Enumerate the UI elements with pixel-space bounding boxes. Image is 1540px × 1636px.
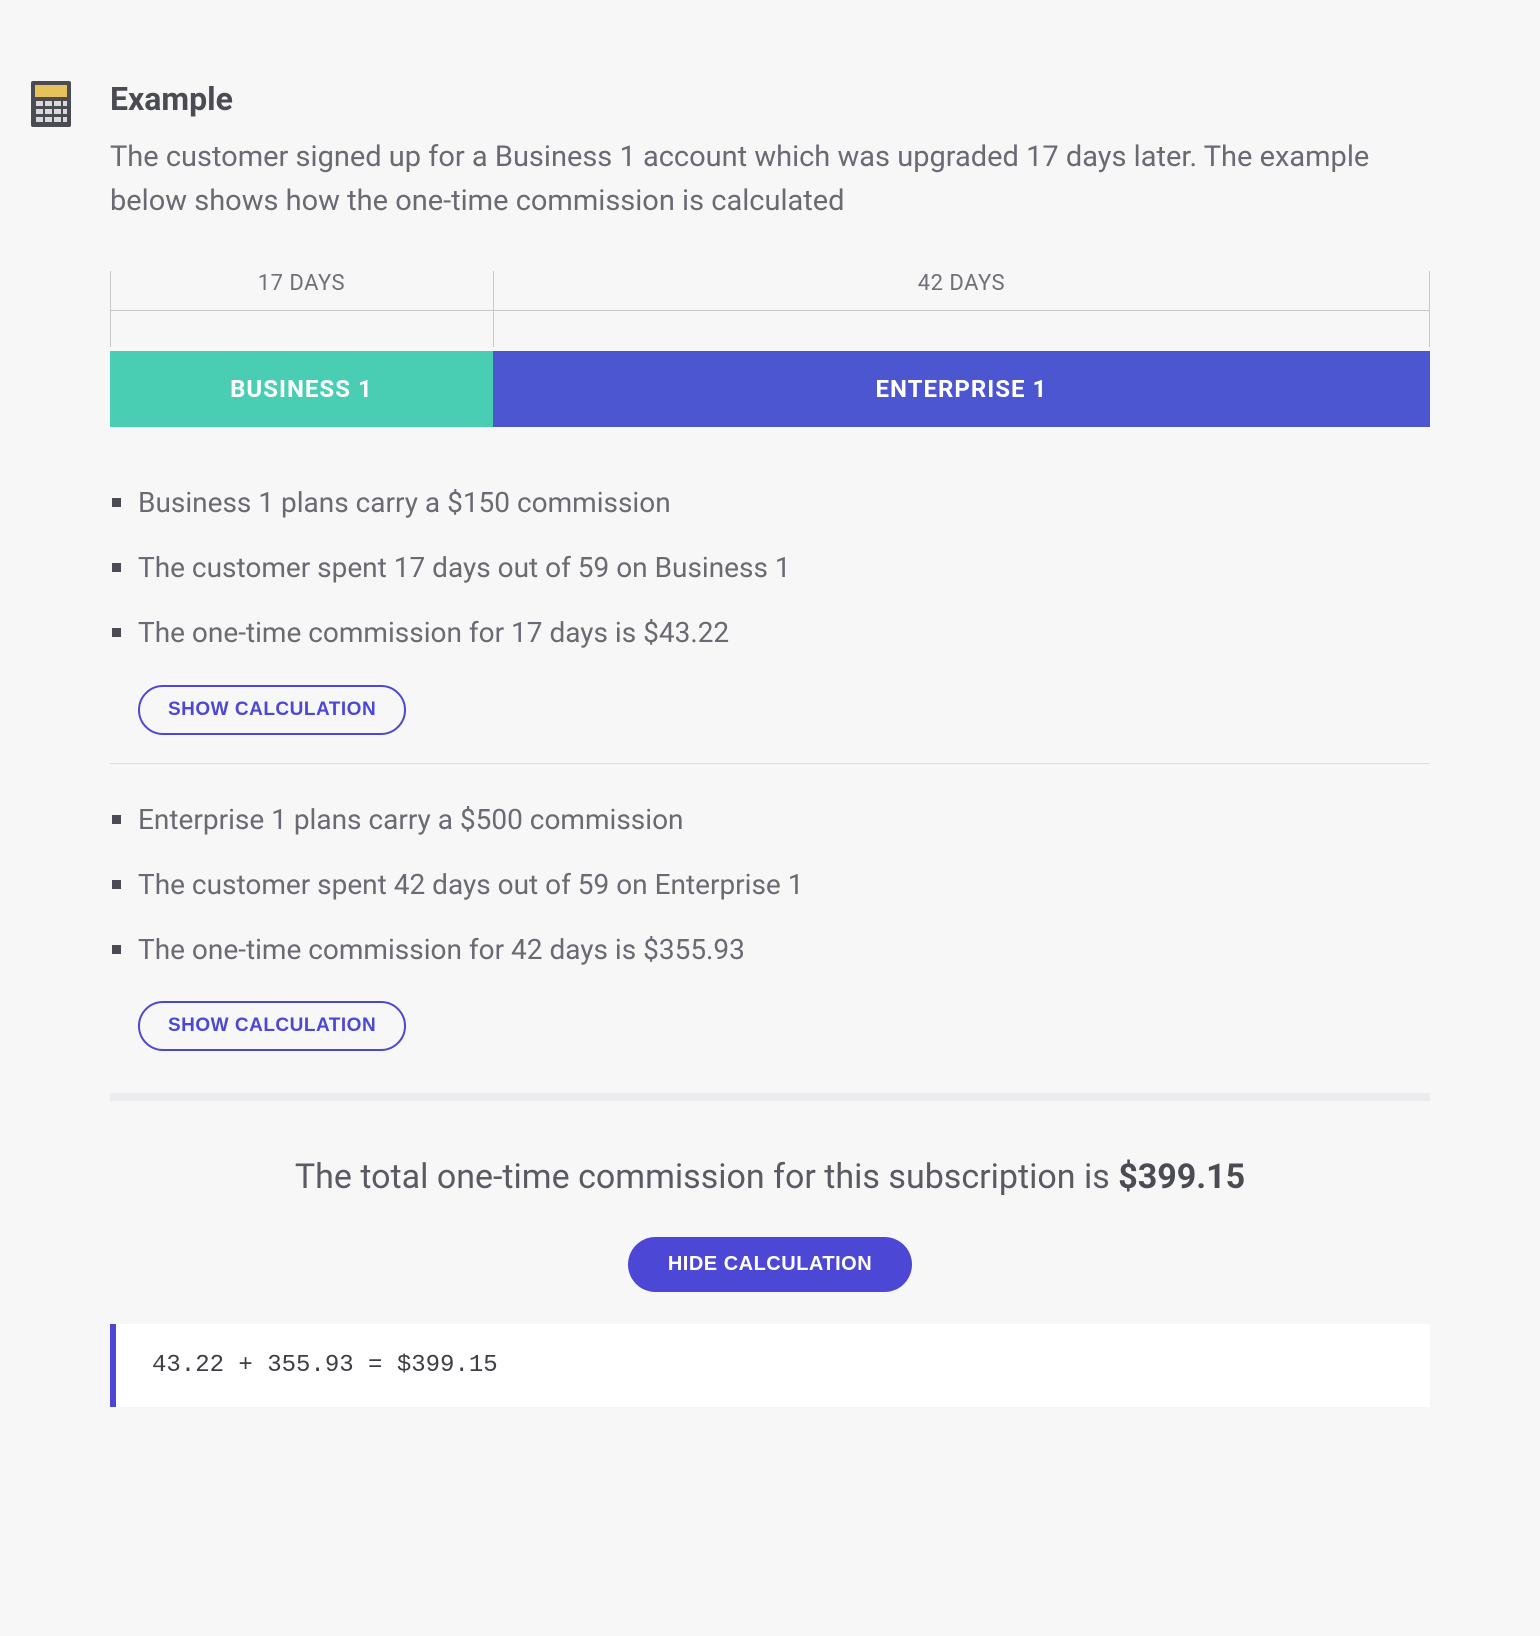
example-lead: The customer signed up for a Business 1 … (110, 136, 1430, 223)
total-amount: $399.15 (1118, 1157, 1245, 1197)
show-calculation-business-button[interactable]: SHOW CALCULATION (138, 685, 406, 735)
timeline-label-1: 17 DAYS (110, 271, 493, 310)
timeline: 17 DAYS 42 DAYS (110, 271, 1430, 311)
total-prefix: The total one-time commission for this s… (295, 1157, 1118, 1197)
business-bullets: Business 1 plans carry a $150 commission… (110, 483, 1430, 653)
timeline-label-2: 42 DAYS (493, 271, 1430, 310)
section-divider (110, 1093, 1430, 1101)
list-item: Enterprise 1 plans carry a $500 commissi… (110, 800, 1430, 839)
total-commission-line: The total one-time commission for this s… (110, 1157, 1430, 1197)
list-item: The one-time commission for 17 days is $… (110, 613, 1430, 652)
list-item: The one-time commission for 42 days is $… (110, 930, 1430, 969)
plan-business-1: BUSINESS 1 (110, 351, 493, 427)
hide-calculation-button[interactable]: HIDE CALCULATION (628, 1237, 912, 1292)
list-item: The customer spent 17 days out of 59 on … (110, 548, 1430, 587)
example-heading: Example (110, 80, 1430, 118)
timeline-segment-2: 42 DAYS (493, 271, 1430, 311)
list-item: Business 1 plans carry a $150 commission (110, 483, 1430, 522)
show-calculation-enterprise-button[interactable]: SHOW CALCULATION (138, 1001, 406, 1051)
divider (110, 763, 1430, 764)
example-section: Example The customer signed up for a Bus… (30, 40, 1510, 1447)
calculator-icon (30, 80, 72, 132)
plan-enterprise-1: ENTERPRISE 1 (493, 351, 1430, 427)
calculation-box: 43.22 + 355.93 = $399.15 (110, 1324, 1430, 1407)
enterprise-bullets: Enterprise 1 plans carry a $500 commissi… (110, 800, 1430, 970)
plan-bar: BUSINESS 1 ENTERPRISE 1 (110, 351, 1430, 427)
list-item: The customer spent 42 days out of 59 on … (110, 865, 1430, 904)
timeline-segment-1: 17 DAYS (110, 271, 493, 311)
